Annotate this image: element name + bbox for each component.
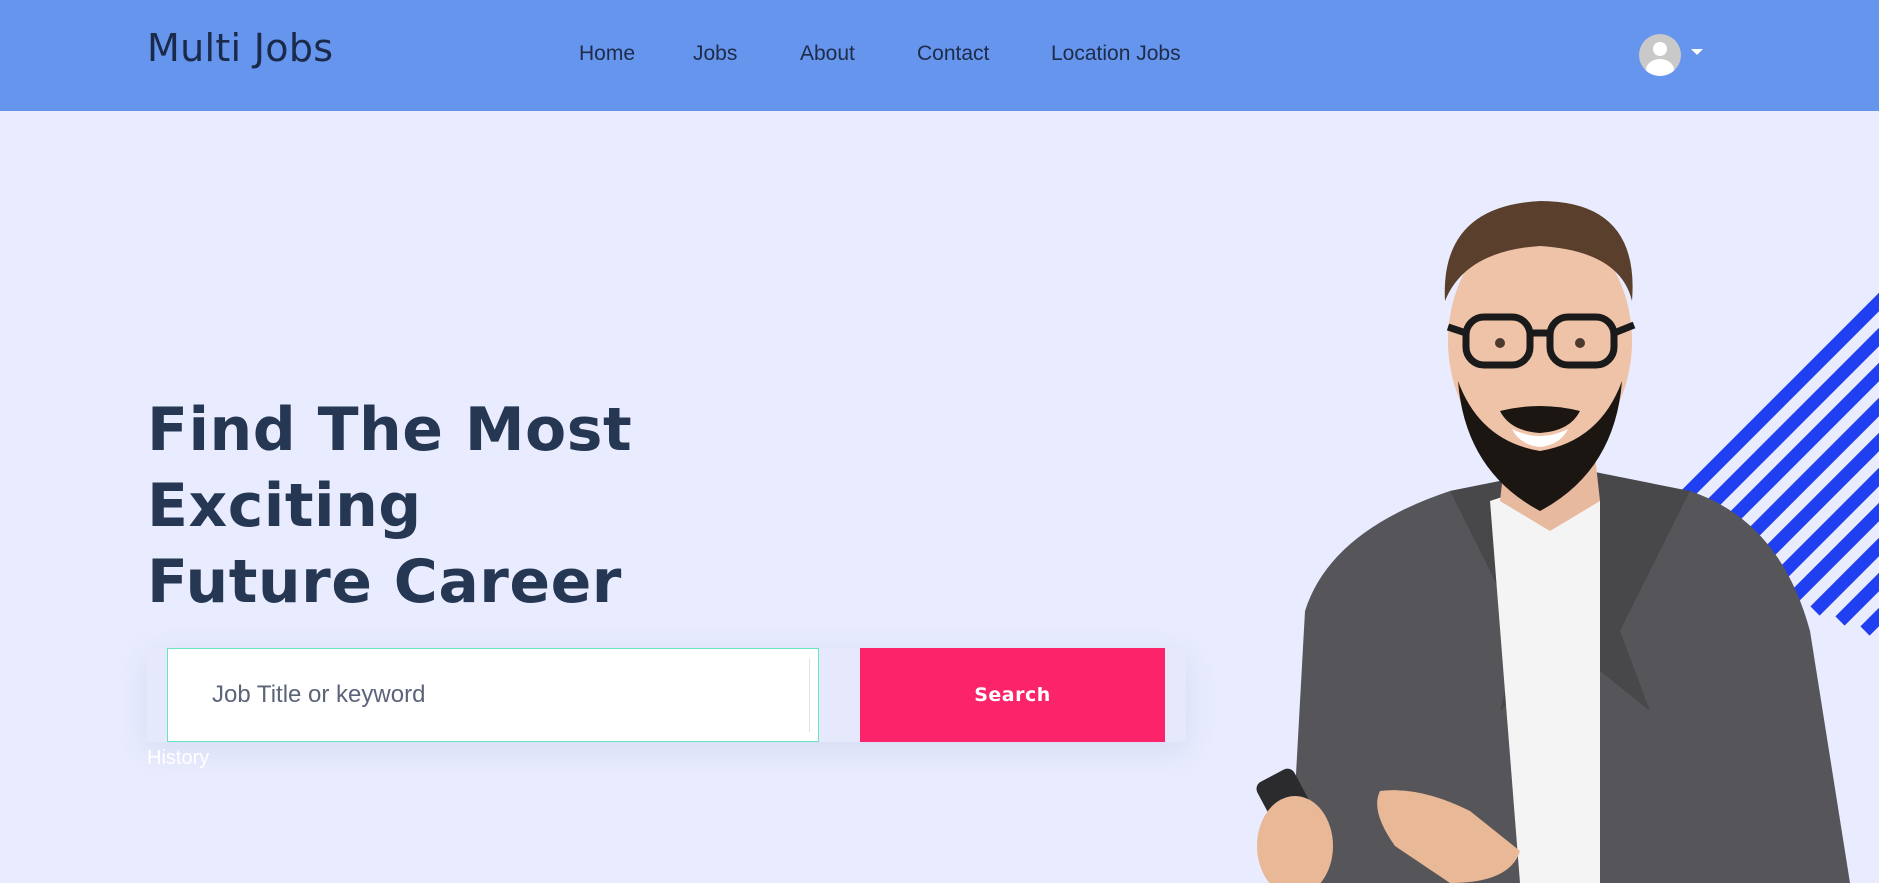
search-button[interactable]: Search: [860, 648, 1165, 742]
user-menu-toggle[interactable]: [1639, 34, 1709, 76]
hero-title: Find The Most Exciting Future Career: [147, 392, 907, 620]
user-avatar-icon[interactable]: [1639, 34, 1681, 76]
input-divider: [809, 658, 810, 732]
history-link[interactable]: History: [147, 747, 209, 770]
nav-location-jobs[interactable]: Location Jobs: [1051, 42, 1181, 66]
hero-title-line-1: Find The Most Exciting: [147, 395, 633, 541]
nav-jobs[interactable]: Jobs: [693, 42, 737, 66]
hero-person-image: [1256, 201, 1879, 883]
nav-about[interactable]: About: [800, 42, 855, 66]
hero-title-line-2: Future Career: [147, 547, 622, 617]
job-search-form: Search: [147, 648, 1186, 742]
top-navbar: Multi Jobs Home Jobs About Contact Locat…: [0, 0, 1879, 111]
brand-logo[interactable]: Multi Jobs: [147, 26, 333, 70]
nav-home[interactable]: Home: [579, 42, 635, 66]
job-search-input[interactable]: [167, 648, 819, 742]
caret-down-icon[interactable]: [1691, 49, 1703, 55]
nav-contact[interactable]: Contact: [917, 42, 989, 66]
